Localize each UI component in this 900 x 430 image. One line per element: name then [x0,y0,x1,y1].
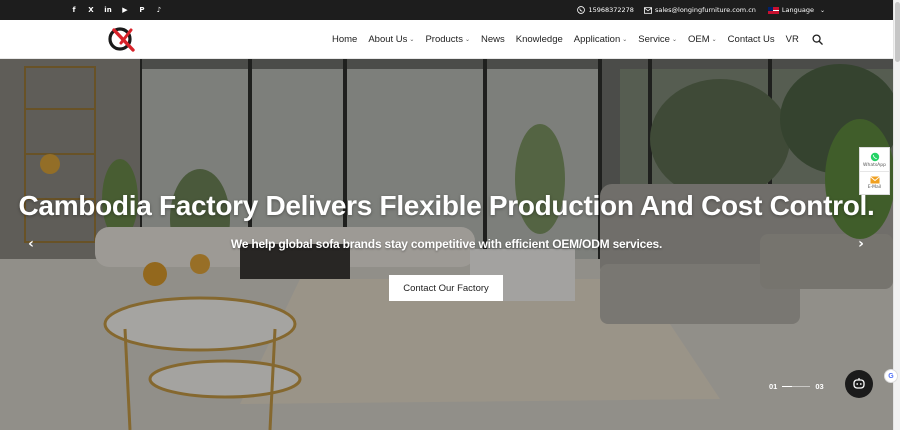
language-label: Language [781,6,814,14]
email-address: sales@longingfurniture.com.cn [654,6,756,14]
whatsapp-button[interactable]: WhatsApp [860,148,889,171]
uk-flag-icon [767,6,779,14]
hero-title: Cambodia Factory Delivers Flexible Produ… [18,190,875,221]
phone-link[interactable]: 15968372278 [577,6,634,14]
tiktok-icon[interactable]: ♪ [155,0,163,20]
chevron-down-icon: ⌄ [671,36,677,43]
nav-item-label: Application [573,34,621,45]
facebook-icon[interactable]: f [70,0,78,20]
whatsapp-icon [577,6,586,14]
slider-prev-arrow[interactable]: ‹ [24,236,38,252]
extension-badge-icon[interactable]: G [884,369,898,383]
pinterest-icon[interactable]: P [138,0,146,20]
nav-item-contact-us[interactable]: Contact Us [728,34,775,45]
nav-item-products[interactable]: Products ⌄ [425,34,470,45]
page-scrollbar[interactable] [893,0,900,430]
contact-factory-button[interactable]: Contact Our Factory [389,275,503,301]
slide-pagination: 01 03 [769,382,824,391]
nav-item-label: Contact Us [727,34,775,45]
slider-next-arrow[interactable]: › [854,236,868,252]
nav-item-vr[interactable]: VR [786,34,799,45]
chevron-down-icon: ⌄ [464,36,470,43]
nav-item-knowledge[interactable]: Knowledge [516,34,563,45]
email-link[interactable]: sales@longingfurniture.com.cn [643,6,756,14]
nav-item-label: OEM [688,34,710,45]
nav-item-about-us[interactable]: About Us ⌄ [368,34,414,45]
nav-item-label: About Us [368,34,408,45]
chevron-down-icon: ⌄ [819,6,825,14]
envelope-icon [869,176,880,184]
x-icon[interactable]: X [87,0,95,20]
nav-item-label: Products [425,34,463,45]
main-navbar: Home About Us ⌄ Products ⌄ News Knowledge Appli… [0,20,893,59]
hero-slider: Cambodia Factory Delivers Flexible Produ… [0,59,893,430]
pager-current: 01 [769,382,778,391]
email-button[interactable]: E-Mail [860,171,889,194]
whatsapp-label: WhatsApp [863,162,886,168]
whatsapp-icon [870,152,879,161]
pager-total: 03 [815,382,824,391]
scrollbar-thumb[interactable] [895,2,900,62]
phone-number: 15968372278 [588,6,634,14]
hero-subtitle: We help global sofa brands stay competit… [230,237,663,251]
social-links: f X in ▶ P ♪ [70,0,163,20]
pager-progress-track [782,386,811,387]
brand-logo[interactable] [107,24,137,54]
chat-support-button[interactable] [845,370,873,398]
chevron-down-icon: ⌄ [622,36,628,43]
floating-contact-widget: WhatsApp E-Mail [859,147,890,195]
chatbot-icon [853,378,865,389]
nav-item-label: News [480,34,505,45]
language-selector[interactable]: Language ⌄ [767,6,825,14]
nav-item-service[interactable]: Service ⌄ [638,34,677,45]
contact-info: 15968372278 sales@longingfurniture.com.c… [567,0,825,20]
nav-item-label: Knowledge [515,34,563,45]
nav-item-news[interactable]: News [481,34,505,45]
mail-icon [643,6,652,14]
nav-item-oem[interactable]: OEM ⌄ [688,34,717,45]
youtube-icon[interactable]: ▶ [121,0,129,20]
chevron-down-icon: ⌄ [711,36,717,43]
chevron-down-icon: ⌄ [409,36,415,43]
main-menu: Home About Us ⌄ Products ⌄ News Knowledge Appli… [332,20,810,59]
nav-item-label: VR [785,34,799,45]
nav-item-label: Home [332,34,358,45]
email-label: E-Mail [867,185,882,190]
search-icon[interactable] [812,34,823,45]
nav-item-home[interactable]: Home [332,34,357,45]
nav-item-application[interactable]: Application ⌄ [574,34,628,45]
top-bar: f X in ▶ P ♪ 15968372278 sales@longingfu… [0,0,893,20]
pager-progress-fill [782,386,792,387]
linkedin-icon[interactable]: in [104,0,112,20]
nav-item-label: Service [638,34,670,45]
